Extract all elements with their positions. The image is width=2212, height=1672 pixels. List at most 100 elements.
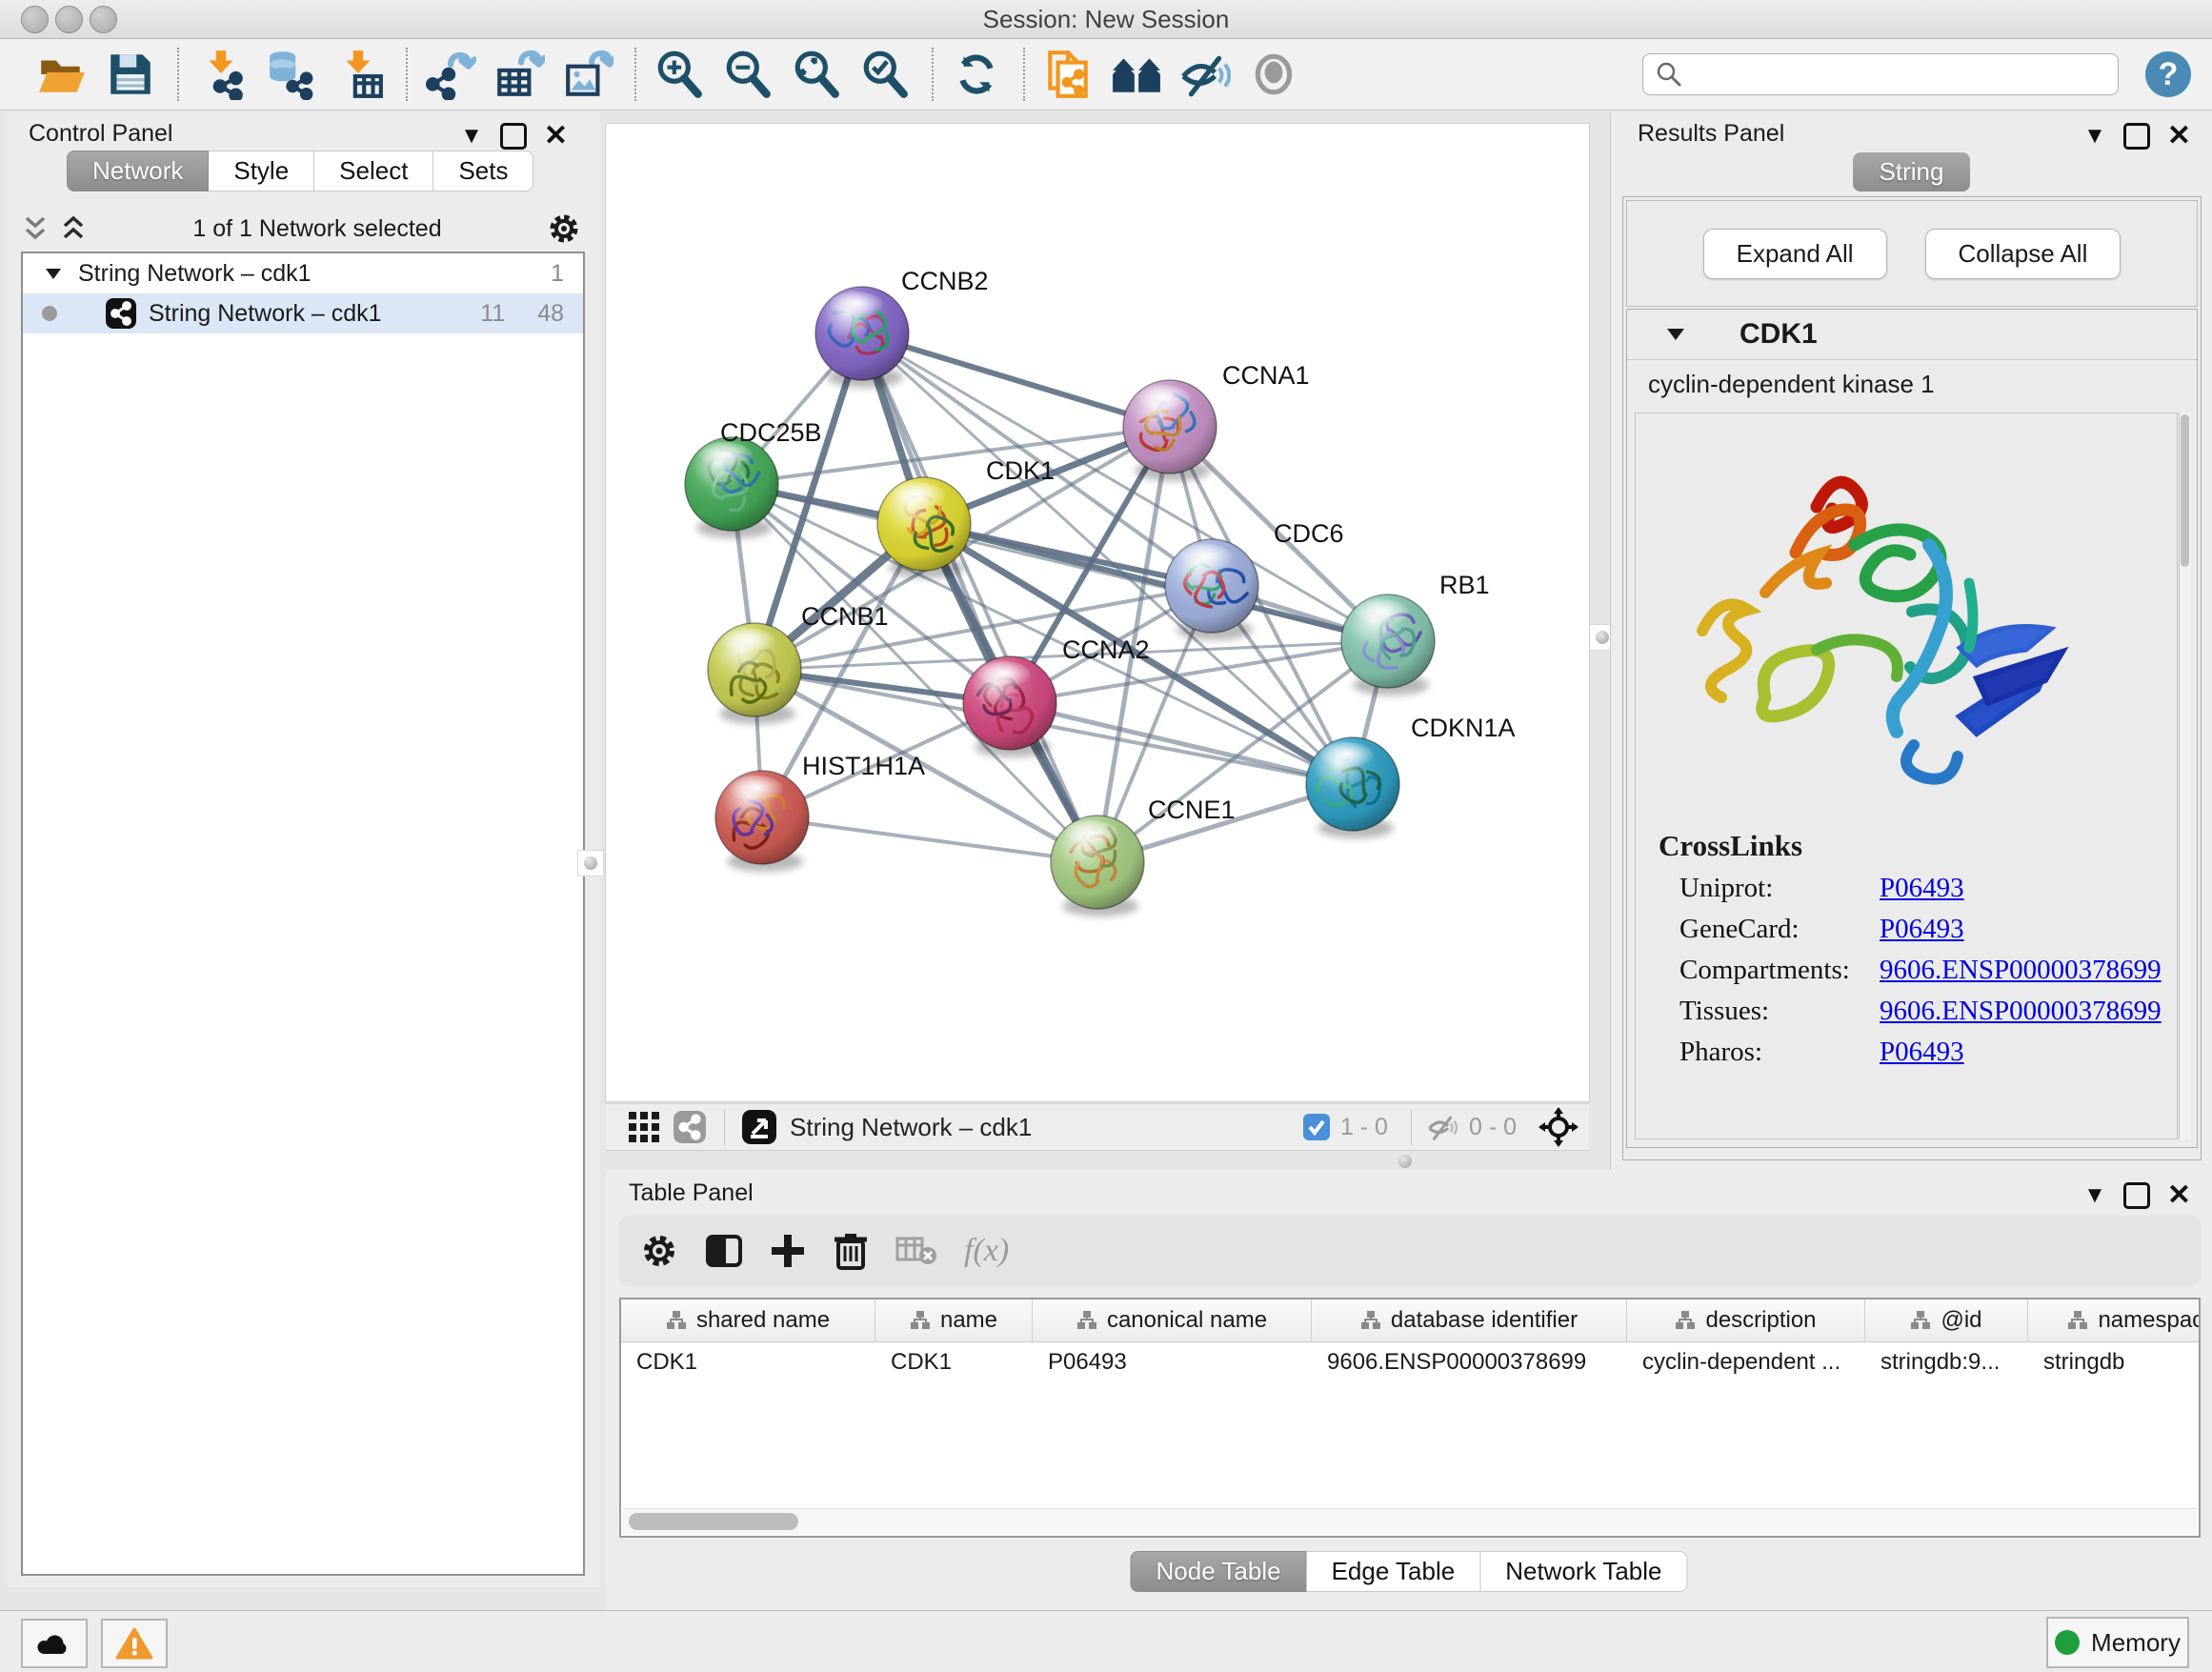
crosslink-value-link[interactable]: 9606.ENSP00000378699: [1880, 996, 2162, 1027]
zoom-out-icon[interactable]: [720, 47, 775, 102]
export-network-icon[interactable]: [423, 47, 478, 102]
network-node-HIST1H1A[interactable]: HIST1H1A: [715, 752, 925, 872]
cloud-status-button[interactable]: [21, 1619, 88, 1668]
network-node-CCNE1[interactable]: CCNE1: [1051, 796, 1236, 917]
crosslink-value-link[interactable]: 9606.ENSP00000378699: [1880, 955, 2162, 986]
show-columns-icon[interactable]: [705, 1232, 743, 1270]
memory-button[interactable]: Memory: [2046, 1617, 2189, 1668]
entry-expanded-arrow-icon[interactable]: [1665, 326, 1686, 343]
network-canvas[interactable]: CCNB2CCNA1CDC25BCDK1CDC6RB1CCNB1CCNA2CDK…: [606, 124, 1589, 1101]
left-splitter-handle[interactable]: [577, 850, 604, 876]
table-horizontal-scrollbar[interactable]: [623, 1508, 2197, 1534]
export-table-icon[interactable]: [492, 47, 547, 102]
table-cell[interactable]: cyclin-dependent ...: [1627, 1349, 1865, 1376]
network-edge-HIST1H1A-CCNE1[interactable]: [762, 817, 1097, 862]
network-edge-CCNB2-CCNA1[interactable]: [862, 333, 1170, 427]
hidden-eye-icon[interactable]: [1425, 1112, 1459, 1142]
add-column-icon[interactable]: [770, 1233, 806, 1269]
tab-node-table[interactable]: Node Table: [1131, 1551, 1307, 1592]
tab-edge-table[interactable]: Edge Table: [1307, 1551, 1481, 1592]
table-cell[interactable]: CDK1: [621, 1349, 875, 1376]
tab-select[interactable]: Select: [314, 151, 433, 191]
crosslink-value-link[interactable]: P06493: [1880, 873, 1964, 904]
tab-network[interactable]: Network: [67, 151, 209, 191]
warnings-button[interactable]: [101, 1619, 168, 1668]
collapse-panel-icon[interactable]: ▼: [2083, 125, 2106, 148]
network-collection-row[interactable]: String Network – cdk1 1: [23, 253, 583, 293]
network-node-CCNB1[interactable]: CCNB1: [708, 602, 889, 724]
network-node-CCNA1[interactable]: CCNA1: [1123, 361, 1310, 481]
results-scrollbar[interactable]: [2179, 413, 2191, 1139]
float-panel-icon[interactable]: [2123, 1182, 2150, 1209]
table-cell[interactable]: CDK1: [875, 1349, 1033, 1376]
column-header--id[interactable]: @id: [1865, 1299, 2028, 1341]
network-edge-CCNA2-CDKN1A[interactable]: [1010, 703, 1353, 784]
refresh-icon[interactable]: [949, 47, 1004, 102]
bottom-splitter-handle[interactable]: [1398, 1155, 1412, 1168]
tab-style[interactable]: Style: [209, 151, 314, 191]
pan-crosshair-icon[interactable]: [1536, 1106, 1581, 1148]
table-cell[interactable]: P06493: [1033, 1349, 1312, 1376]
network-node-RB1[interactable]: RB1: [1341, 571, 1490, 695]
network-edge-CCNB2-CCNE1[interactable]: [862, 333, 1097, 862]
preview-eye-icon[interactable]: [1246, 47, 1301, 102]
close-panel-icon[interactable]: ✕: [2167, 1181, 2191, 1210]
zoom-selected-icon[interactable]: [857, 47, 913, 102]
collapse-all-chevron-icon[interactable]: [59, 212, 88, 245]
export-image-icon[interactable]: [560, 47, 615, 102]
column-header-name[interactable]: name: [875, 1299, 1033, 1341]
new-annotation-icon[interactable]: [1040, 47, 1096, 102]
open-file-icon[interactable]: [34, 47, 90, 102]
tab-string[interactable]: String: [1853, 152, 1971, 191]
grid-view-icon[interactable]: [623, 1106, 665, 1148]
collapse-panel-icon[interactable]: ▼: [2083, 1184, 2106, 1207]
column-header-label: canonical name: [1107, 1307, 1267, 1334]
float-panel-icon[interactable]: [2123, 123, 2150, 150]
delete-column-icon[interactable]: [833, 1232, 869, 1270]
close-panel-icon[interactable]: ✕: [544, 122, 568, 151]
minimize-window-button[interactable]: [55, 6, 83, 33]
network-options-gear-icon[interactable]: [547, 212, 581, 246]
column-header-database-identifier[interactable]: database identifier: [1312, 1299, 1627, 1341]
float-panel-icon[interactable]: [500, 123, 527, 150]
search-input[interactable]: [1683, 60, 2097, 89]
network-row-selected[interactable]: String Network – cdk1 11 48: [23, 293, 583, 333]
birds-eye-view-icon[interactable]: [738, 1106, 780, 1148]
import-network-database-icon[interactable]: [263, 47, 318, 102]
collapse-all-button[interactable]: Collapse All: [1925, 229, 2122, 279]
table-options-gear-icon[interactable]: [640, 1232, 678, 1270]
tab-sets[interactable]: Sets: [433, 151, 533, 191]
column-header-shared-name[interactable]: shared name: [621, 1299, 875, 1341]
crosslink-value-link[interactable]: P06493: [1880, 914, 1964, 945]
save-session-icon[interactable]: [103, 47, 158, 102]
table-cell[interactable]: stringdb: [2028, 1349, 2201, 1376]
expand-all-button[interactable]: Expand All: [1703, 229, 1887, 279]
close-panel-icon[interactable]: ✕: [2167, 122, 2191, 151]
show-hide-icon[interactable]: [1177, 47, 1233, 102]
string-view-icon[interactable]: [669, 1106, 711, 1148]
zoom-fit-icon[interactable]: [789, 47, 844, 102]
import-network-icon[interactable]: [194, 47, 250, 102]
table-row[interactable]: CDK1CDK1P064939606.ENSP00000378699cyclin…: [621, 1342, 2199, 1382]
zoom-window-button[interactable]: [90, 6, 117, 33]
first-neighbors-icon[interactable]: [1109, 47, 1164, 102]
help-button[interactable]: ?: [2145, 51, 2191, 97]
expand-all-chevron-icon[interactable]: [21, 212, 50, 245]
import-table-icon[interactable]: [332, 47, 387, 102]
table-cell[interactable]: stringdb:9...: [1865, 1349, 2028, 1376]
column-header-canonical-name[interactable]: canonical name: [1033, 1299, 1312, 1341]
collection-expanded-arrow-icon[interactable]: [44, 266, 63, 281]
zoom-in-icon[interactable]: [652, 47, 707, 102]
gene-entry-header[interactable]: CDK1: [1627, 310, 2197, 360]
network-node-CDK1[interactable]: CDK1: [877, 456, 1055, 578]
table-cell[interactable]: 9606.ENSP00000378699: [1312, 1349, 1627, 1376]
close-window-button[interactable]: [21, 6, 49, 33]
crosslink-value-link[interactable]: P06493: [1880, 1037, 1964, 1068]
column-header-namespace[interactable]: namespace: [2028, 1299, 2201, 1341]
table-tabs: Node Table Edge Table Network Table: [1131, 1551, 1688, 1592]
selected-checkbox-icon[interactable]: [1302, 1113, 1331, 1141]
tab-network-table[interactable]: Network Table: [1480, 1551, 1687, 1592]
network-node-CDKN1A[interactable]: CDKN1A: [1306, 714, 1516, 838]
collapse-panel-icon[interactable]: ▼: [460, 125, 483, 148]
column-header-description[interactable]: description: [1627, 1299, 1865, 1341]
